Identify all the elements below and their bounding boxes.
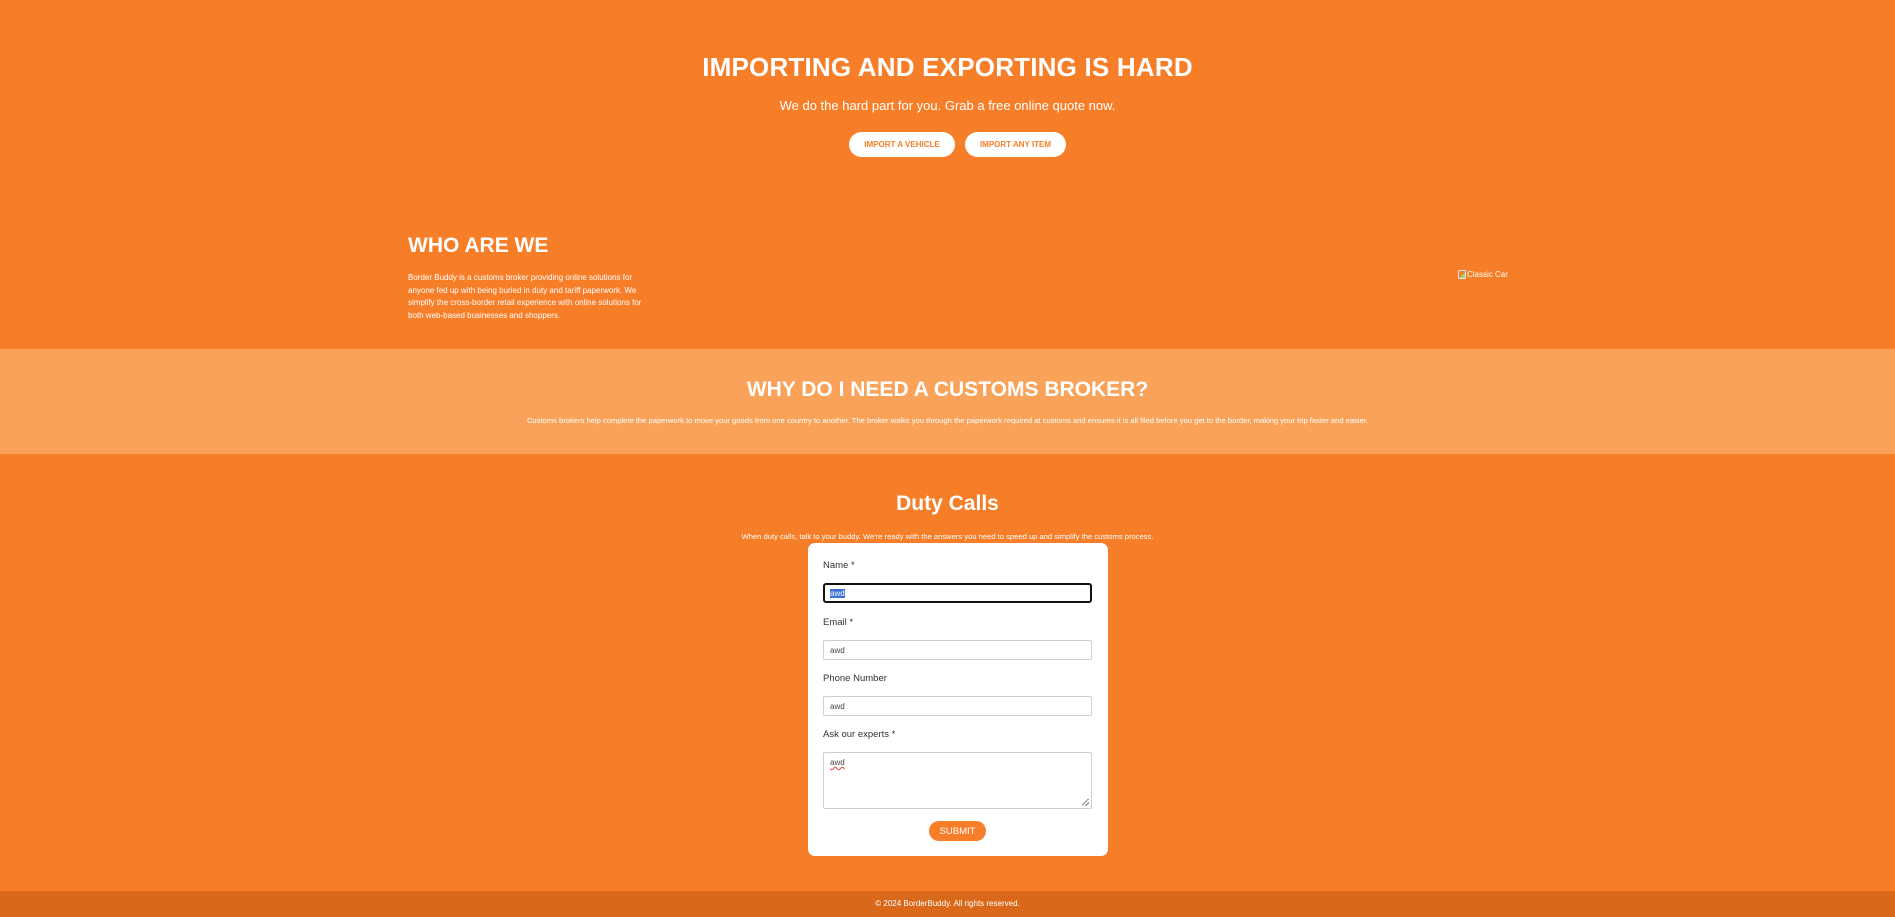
- ask-experts-label: Ask our experts *: [823, 729, 896, 740]
- email-label: Email *: [823, 617, 854, 628]
- phone-label: Phone Number: [823, 673, 887, 684]
- duty-title: Duty Calls: [896, 492, 999, 515]
- phone-field-value: awd: [830, 702, 845, 711]
- name-field[interactable]: awd: [823, 583, 1092, 603]
- why-title: WHY DO I NEED A CUSTOMS BROKER?: [746, 378, 1149, 401]
- resize-handle-icon[interactable]: [1082, 799, 1089, 806]
- hero-title: IMPORTING AND EXPORTING IS HARD: [702, 52, 1193, 82]
- ask-experts-value: awd: [830, 758, 845, 767]
- why-description: Customs brokers help complete the paperw…: [526, 416, 1369, 425]
- duty-description: When duty calls, talk to your buddy. We'…: [741, 532, 1154, 541]
- hero-section: IMPORTING AND EXPORTING IS HARD We do th…: [0, 0, 1895, 200]
- email-field[interactable]: awd: [823, 640, 1092, 660]
- name-label: Name *: [823, 560, 855, 571]
- email-field-value: awd: [830, 646, 845, 655]
- classic-car-alt-text: Classic Car: [1467, 270, 1508, 279]
- name-field-value: awd: [830, 589, 845, 598]
- who-title: WHO ARE WE: [408, 234, 549, 257]
- import-vehicle-button[interactable]: IMPORT A VEHICLE: [849, 132, 955, 157]
- hero-subtitle: We do the hard part for you. Grab a free…: [779, 98, 1116, 113]
- ask-experts-textarea[interactable]: awd: [823, 752, 1092, 809]
- footer: © 2024 BorderBuddy. All rights reserved.: [0, 891, 1895, 917]
- who-description: Border Buddy is a customs broker providi…: [408, 273, 642, 320]
- why-section: WHY DO I NEED A CUSTOMS BROKER? Customs …: [0, 349, 1895, 454]
- phone-field[interactable]: awd: [823, 696, 1092, 716]
- copyright-text: © 2024 BorderBuddy. All rights reserved.: [875, 899, 1020, 908]
- classic-car-image: Classic Car: [1458, 270, 1508, 279]
- contact-form: Name * awd Email * awd Phone Number awd …: [808, 543, 1108, 856]
- broken-image-icon: [1458, 270, 1466, 279]
- submit-button[interactable]: SUBMIT: [929, 821, 986, 841]
- import-item-button[interactable]: IMPORT ANY ITEM: [965, 132, 1066, 157]
